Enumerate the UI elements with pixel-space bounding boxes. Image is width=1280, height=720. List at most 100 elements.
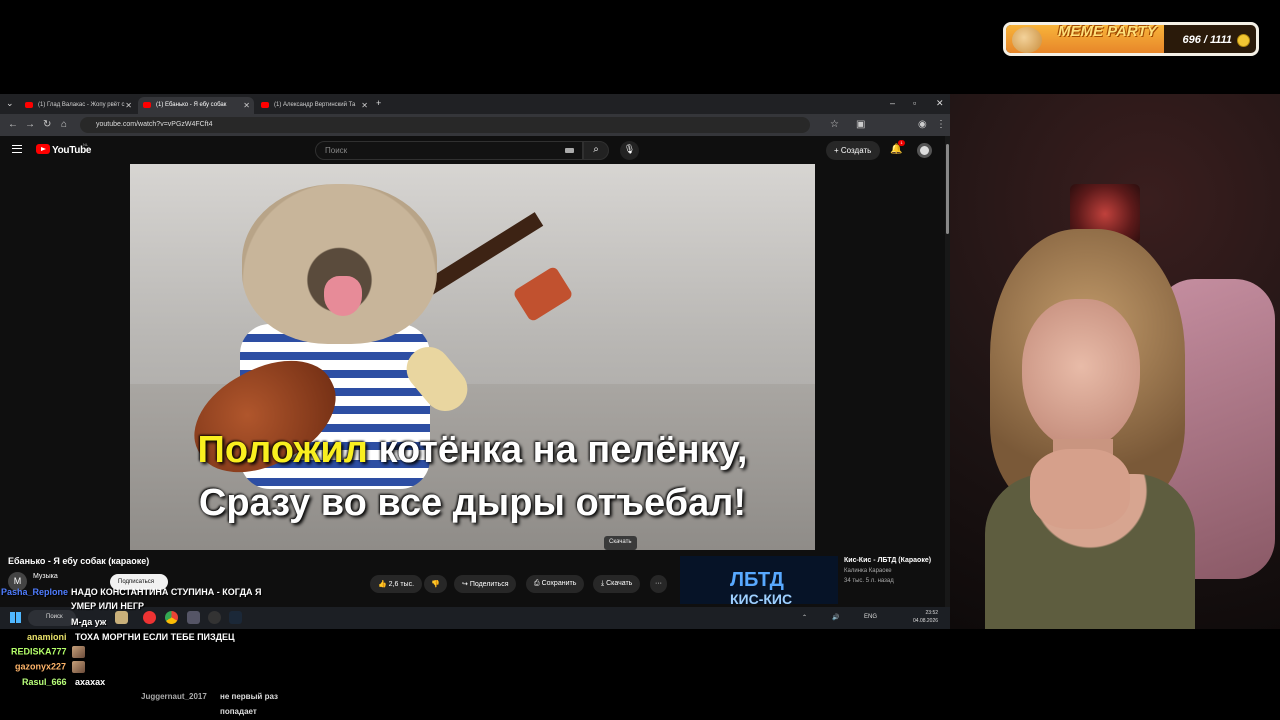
close-tab-icon[interactable]: ✕ bbox=[361, 101, 368, 110]
webcam-feed bbox=[950, 94, 1280, 629]
guitar-head bbox=[512, 265, 574, 323]
taskbar-app-icon[interactable] bbox=[187, 611, 200, 624]
tab-glad-valakas[interactable]: (1) Глад Валакас - Жопу рвёт с ✕ bbox=[20, 97, 136, 114]
save-button[interactable]: ⎙ Сохранить bbox=[526, 575, 585, 593]
notification-badge: 1 bbox=[898, 140, 905, 146]
address-bar[interactable]: youtube.com/watch?v=vPGzW4FCft4 bbox=[80, 117, 810, 133]
volume-icon[interactable]: 🔊 bbox=[832, 614, 839, 621]
navigation-bar: ← → ↻ ⌂ youtube.com/watch?v=vPGzW4FCft4 … bbox=[0, 114, 950, 136]
coin-icon bbox=[1237, 34, 1250, 47]
extensions-icon[interactable]: ▣ bbox=[856, 119, 865, 130]
doge-icon bbox=[1012, 27, 1042, 53]
chat-username: Rasul_666 bbox=[22, 677, 67, 687]
meme-party-title: MEME PARTY bbox=[1058, 23, 1157, 40]
chrome-icon[interactable] bbox=[165, 611, 178, 624]
channel-name[interactable]: Музыка bbox=[33, 573, 58, 580]
url-text: youtube.com/watch?v=vPGzW4FCft4 bbox=[96, 121, 213, 128]
thumb-text-1: ЛБТД bbox=[730, 569, 784, 591]
download-button[interactable]: ⤓ Скачать bbox=[593, 575, 641, 593]
lyric-rest: котёнка на пелёнку, bbox=[367, 429, 748, 471]
download-label: Скачать bbox=[606, 580, 633, 587]
chat-username: anamioni bbox=[27, 632, 67, 642]
tab-vertinsky[interactable]: (1) Александр Вертинский Та ✕ bbox=[256, 97, 372, 114]
dislike-button[interactable]: 👎 bbox=[424, 575, 447, 593]
reload-icon[interactable]: ↻ bbox=[43, 119, 51, 130]
meme-party-widget: MEME PARTY 696 / 1111 bbox=[1003, 22, 1259, 56]
yandex-browser-icon[interactable] bbox=[143, 611, 156, 624]
forward-icon[interactable]: → bbox=[25, 119, 35, 130]
clock-date: 04.08.2026 bbox=[913, 618, 939, 624]
video-player[interactable]: Положил котёнка на пелёнку, Сразу во все… bbox=[130, 164, 815, 550]
minimize-button[interactable]: – bbox=[890, 98, 895, 108]
subscribe-button[interactable]: Подписаться bbox=[110, 574, 168, 590]
maximize-button[interactable]: ▫ bbox=[913, 98, 916, 108]
highlight-text-2: попадает bbox=[220, 707, 257, 716]
search-input[interactable]: Поиск bbox=[315, 141, 583, 160]
taskbar-app-icon[interactable] bbox=[115, 611, 128, 624]
browser-menu-icon[interactable]: ⋮ bbox=[936, 119, 946, 130]
close-window-button[interactable]: ✕ bbox=[936, 98, 944, 109]
menu-icon[interactable] bbox=[12, 145, 22, 153]
home-icon[interactable]: ⌂ bbox=[61, 119, 67, 130]
streamer-hands bbox=[1030, 449, 1130, 529]
back-icon[interactable]: ← bbox=[8, 119, 18, 130]
scrollbar-thumb[interactable] bbox=[946, 144, 949, 234]
chat-username: gazonyx227 bbox=[15, 661, 67, 672]
share-icon: ↪ bbox=[462, 581, 468, 588]
search-icon: ⌕ bbox=[593, 144, 599, 155]
chat-message: Rasul_666 ахахах bbox=[22, 677, 105, 687]
profile-icon[interactable]: ◉ bbox=[918, 119, 927, 130]
thumbs-up-icon: 👍 bbox=[378, 581, 387, 588]
highlight-text-1: не первый раз bbox=[220, 692, 278, 701]
thumbs-down-icon: 👎 bbox=[431, 581, 440, 588]
youtube-logo-icon[interactable] bbox=[36, 144, 50, 154]
recommendation-title[interactable]: Кис-Кис - ЛБТД (Караоке) bbox=[844, 557, 931, 564]
clock-time: 23:52 bbox=[925, 610, 939, 616]
microphone-button[interactable]: 🎙 bbox=[620, 141, 639, 160]
windows-start-icon[interactable] bbox=[10, 612, 21, 623]
download-tooltip: Скачать bbox=[604, 536, 637, 550]
emote-icon bbox=[71, 661, 85, 673]
keyboard-icon[interactable] bbox=[565, 148, 574, 153]
tab-search-icon[interactable]: ⌄ bbox=[6, 98, 14, 109]
pug-head bbox=[242, 184, 437, 344]
tab-bar: ⌄ (1) Глад Валакас - Жопу рвёт с ✕ (1) Е… bbox=[0, 94, 950, 114]
likes-count: 2,6 тыс. bbox=[388, 581, 415, 588]
search-button[interactable]: ⌕ bbox=[583, 141, 609, 160]
new-tab-button[interactable]: + bbox=[376, 98, 381, 108]
recommendation-channel[interactable]: Калинка Караоке bbox=[844, 568, 892, 574]
share-button[interactable]: ↪ Поделиться bbox=[454, 575, 517, 593]
recommendation-thumbnail[interactable]: ЛБТД КИС-КИС bbox=[680, 556, 838, 604]
language-indicator[interactable]: ENG bbox=[864, 614, 877, 620]
tab-label: (1) Александр Вертинский Та bbox=[274, 102, 356, 108]
search-placeholder: Поиск bbox=[325, 146, 348, 155]
youtube-country-code: NL bbox=[83, 142, 89, 147]
close-tab-icon[interactable]: ✕ bbox=[125, 101, 132, 110]
tab-ebanko[interactable]: (1) Ебанько - Я ебу собак ✕ bbox=[138, 97, 254, 114]
thumb-text-2: КИС-КИС bbox=[730, 591, 793, 604]
video-title: Ебанько - Я ебу собак (караоке) bbox=[8, 556, 150, 566]
more-actions-button[interactable]: ··· bbox=[650, 575, 667, 593]
chat-username: REDISKA777 bbox=[11, 646, 67, 657]
chat-message: REDISKA777 bbox=[11, 646, 86, 658]
create-button[interactable]: + Создать bbox=[826, 141, 880, 160]
like-button[interactable]: 👍 2,6 тыс. bbox=[370, 575, 423, 593]
youtube-favicon-icon bbox=[261, 102, 269, 108]
youtube-favicon-icon bbox=[143, 102, 151, 108]
taskbar-search[interactable]: Поиск bbox=[28, 610, 76, 626]
avatar[interactable] bbox=[917, 143, 932, 158]
chat-message: anamioni ТОХА МОРГНИ ЕСЛИ ТЕБЕ ПИЗДЕЦ bbox=[27, 632, 235, 642]
close-tab-icon[interactable]: ✕ bbox=[243, 101, 250, 110]
star-icon[interactable]: ☆ bbox=[830, 119, 839, 130]
windows-taskbar: Поиск ⌃ 🔊 ENG 23:52 04.08.2026 bbox=[0, 607, 950, 629]
tab-label: (1) Глад Валакас - Жопу рвёт с bbox=[38, 102, 125, 108]
tray-chevron-icon[interactable]: ⌃ bbox=[802, 614, 807, 621]
obs-icon[interactable] bbox=[208, 611, 221, 624]
steam-icon[interactable] bbox=[229, 611, 242, 624]
youtube-header: YouTube NL Поиск ⌕ 🎙 + Создать 🔔 1 bbox=[0, 136, 945, 164]
emote-icon bbox=[72, 646, 86, 658]
highlight-username: Juggernaut_2017 bbox=[141, 692, 207, 701]
streamer-face bbox=[1022, 299, 1140, 449]
taskbar-clock[interactable]: 23:52 04.08.2026 bbox=[913, 609, 938, 625]
channel-avatar[interactable]: M bbox=[8, 572, 27, 591]
